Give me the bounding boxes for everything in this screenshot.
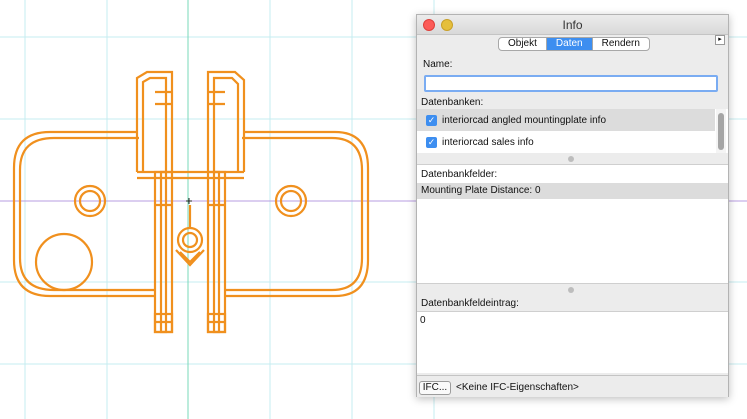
- database-label: interiorcad angled mountingplate info: [442, 114, 606, 126]
- db-fields-label: Datenbankfelder:: [421, 169, 498, 180]
- list-item[interactable]: ✓ interiorcad sales info: [417, 131, 715, 153]
- palette-title: Info: [562, 18, 583, 32]
- databases-scroll-thumb[interactable]: [718, 113, 724, 150]
- palette-titlebar[interactable]: Info: [417, 15, 728, 35]
- tab-objekt[interactable]: Objekt: [499, 38, 547, 50]
- entry-textarea[interactable]: 0: [417, 311, 728, 373]
- tab-daten[interactable]: Daten: [546, 38, 593, 50]
- entry-value: 0: [420, 315, 426, 326]
- origin-marker: [186, 198, 192, 204]
- checkbox-checked-icon[interactable]: ✓: [426, 114, 437, 126]
- info-palette: Info ▸ Objekt Daten Rendern Name: Datenb…: [416, 14, 729, 397]
- ifc-button[interactable]: IFC...: [419, 381, 451, 395]
- tab-rendern[interactable]: Rendern: [593, 38, 649, 50]
- divider-handle-icon[interactable]: [568, 156, 574, 162]
- palette-tabs: Objekt Daten Rendern: [498, 37, 650, 51]
- databases-label: Datenbanken:: [421, 97, 484, 108]
- list-item[interactable]: Mounting Plate Distance: 0: [417, 183, 728, 199]
- databases-list: ✓ interiorcad angled mountingplate info …: [417, 109, 728, 153]
- name-input[interactable]: [424, 75, 718, 92]
- palette-menu-button[interactable]: ▸: [715, 35, 725, 45]
- database-label: interiorcad sales info: [442, 136, 534, 148]
- entry-label: Datenbankfeldeintrag:: [421, 298, 519, 309]
- db-fields-panel: Datenbankfelder: Mounting Plate Distance…: [417, 164, 728, 284]
- checkbox-checked-icon[interactable]: ✓: [426, 136, 437, 148]
- divider-handle-icon[interactable]: [568, 287, 574, 293]
- mounting-plate-drawing[interactable]: [12, 70, 370, 334]
- palette-footer: IFC... <Keine IFC-Eigenschaften>: [417, 375, 728, 397]
- ifc-status: <Keine IFC-Eigenschaften>: [456, 382, 579, 393]
- name-label: Name:: [423, 59, 453, 70]
- split-divider[interactable]: [417, 154, 728, 164]
- list-item[interactable]: ✓ interiorcad angled mountingplate info: [417, 109, 715, 131]
- split-divider[interactable]: [417, 285, 728, 295]
